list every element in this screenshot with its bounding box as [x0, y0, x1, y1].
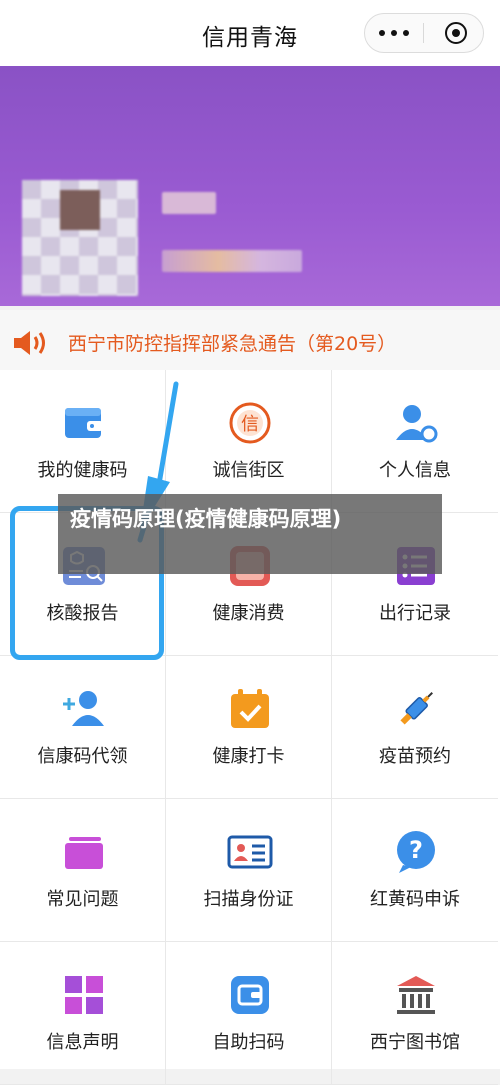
stack-icon — [65, 837, 103, 869]
blurred-name — [162, 192, 216, 214]
avatar — [22, 180, 138, 296]
credit-seal-icon: 信 — [229, 402, 271, 444]
grid-item-label: 健康消费 — [212, 603, 285, 624]
caption-overlay: 疫情码原理(疫情健康码原理) — [58, 494, 442, 574]
miniapp-capsule — [364, 13, 484, 53]
grid-item-health-checkin[interactable]: 健康打卡 — [166, 656, 332, 799]
grid-item-label: 出行记录 — [379, 603, 451, 624]
grid-item-code-appeal[interactable]: ? 红黄码申诉 — [332, 799, 498, 942]
scan-wallet-icon — [231, 976, 269, 1014]
more-icon[interactable] — [379, 30, 411, 36]
grid-item-vaccine-booking[interactable]: 疫苗预约 — [332, 656, 498, 799]
notice-bar[interactable]: 西宁市防控指挥部紧急通告（第20号） — [0, 310, 500, 374]
notice-text[interactable]: 西宁市防控指挥部紧急通告（第20号） — [68, 329, 396, 356]
grid-item-label: 信康码代领 — [37, 746, 128, 767]
grid-item-label: 常见问题 — [46, 889, 119, 910]
grid-item-label: 疫苗预约 — [379, 746, 451, 767]
title-bar: 信用青海 — [0, 0, 500, 67]
grid-item-info-statement[interactable]: 信息声明 — [0, 942, 166, 1085]
grid-icon — [65, 976, 103, 1014]
svg-text:?: ? — [409, 836, 423, 864]
grid-item-label: 扫描身份证 — [203, 889, 294, 910]
grid-item-label: 信息声明 — [46, 1032, 119, 1053]
add-user-icon — [63, 691, 104, 726]
grid-item-label: 健康打卡 — [212, 746, 285, 767]
capsule-divider — [423, 23, 424, 43]
grid-item-faq[interactable]: 常见问题 — [0, 799, 166, 942]
grid-item-personal-info[interactable]: 个人信息 — [332, 370, 498, 513]
syringe-icon — [400, 692, 433, 725]
library-icon — [397, 976, 435, 1014]
grid-item-label: 红黄码申诉 — [370, 889, 460, 910]
grid-item-xining-library[interactable]: 西宁图书馆 — [332, 942, 498, 1085]
close-icon[interactable] — [445, 22, 467, 44]
profile-banner — [0, 66, 500, 306]
grid-item-label: 个人信息 — [379, 460, 451, 481]
grid-item-label: 自助扫码 — [212, 1032, 285, 1053]
grid-item-label: 西宁图书馆 — [370, 1032, 460, 1053]
service-grid: 我的健康码 信 诚信街区 个人信息 核酸报告 健康消费 出行记录 信康码代领 健… — [0, 370, 500, 1085]
id-card-icon — [227, 835, 273, 869]
speaker-icon — [14, 331, 45, 355]
svg-text:信: 信 — [241, 414, 259, 435]
user-settings-icon — [396, 405, 438, 443]
grid-item-code-proxy[interactable]: 信康码代领 — [0, 656, 166, 799]
grid-item-scan-id[interactable]: 扫描身份证 — [166, 799, 332, 942]
calendar-check-icon — [231, 689, 269, 728]
caption-text: 疫情码原理(疫情健康码原理) — [70, 507, 342, 531]
question-icon: ? — [397, 831, 435, 873]
blurred-id — [162, 250, 302, 272]
grid-item-self-scan[interactable]: 自助扫码 — [166, 942, 332, 1085]
